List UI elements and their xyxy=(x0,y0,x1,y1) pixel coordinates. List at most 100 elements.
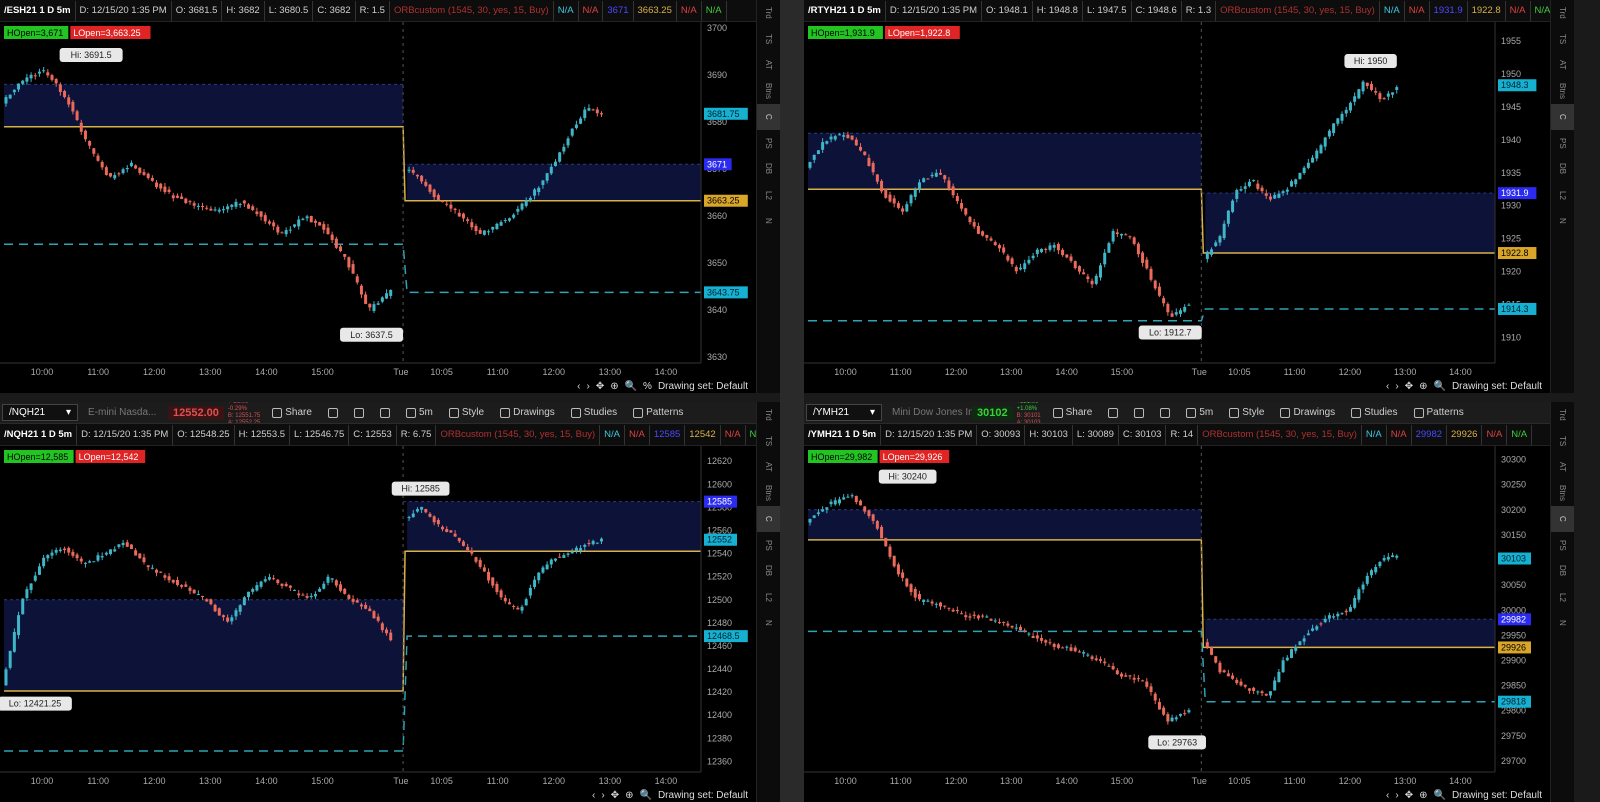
chart-panel-es[interactable]: /ESH21 1 D 5m D: 12/15/20 1:35 PM O: 3681.… xyxy=(0,0,780,393)
side-tab-n[interactable]: N xyxy=(1551,610,1574,636)
drawings-button[interactable]: Drawings xyxy=(492,407,563,418)
scroll-left-icon[interactable]: ‹ xyxy=(592,790,595,801)
side-tab-l2[interactable]: L2 xyxy=(1551,584,1574,610)
time-tick-label: 15:00 xyxy=(311,776,334,786)
side-tab-db[interactable]: DB xyxy=(1551,156,1574,182)
side-tab-ts[interactable]: TS xyxy=(1551,428,1574,454)
side-tab-btns[interactable]: Btns xyxy=(757,78,780,104)
style-button[interactable]: Style xyxy=(1221,407,1272,418)
pan-icon[interactable]: ✥ xyxy=(611,790,619,801)
chart-panel-rty[interactable]: /RTYH21 1 D 5m D: 12/15/20 1:35 PM O: 1948… xyxy=(804,0,1574,393)
time-tick-label: 11:00 xyxy=(87,367,109,377)
side-tab-db[interactable]: DB xyxy=(1551,558,1574,584)
side-tab-n[interactable]: N xyxy=(1551,208,1574,234)
side-tab-ts[interactable]: TS xyxy=(757,26,780,52)
side-tab-ps[interactable]: PS xyxy=(1551,130,1574,156)
side-tab-c[interactable]: C xyxy=(757,506,780,532)
side-tab-c[interactable]: C xyxy=(1551,506,1574,532)
style-button[interactable]: Style xyxy=(441,407,492,418)
symbol-selector[interactable]: /YMH21 ▾ xyxy=(806,404,882,421)
crosshair-icon[interactable]: ⊕ xyxy=(1419,381,1427,392)
side-tab-trd[interactable]: Trd xyxy=(757,0,780,26)
pan-icon[interactable]: ✥ xyxy=(596,381,604,392)
scroll-right-icon[interactable]: › xyxy=(1395,381,1398,392)
patterns-button[interactable]: Patterns xyxy=(1406,407,1472,418)
zoom-icon[interactable]: 🔍 xyxy=(1434,381,1446,392)
crosshair-icon[interactable]: ⊕ xyxy=(1419,790,1427,801)
settings-button[interactable] xyxy=(1152,407,1178,418)
candle xyxy=(461,213,465,219)
interval-button[interactable]: 5m xyxy=(398,407,441,418)
drawing-set-label[interactable]: Drawing set: Default xyxy=(658,381,748,392)
scroll-right-icon[interactable]: › xyxy=(1395,790,1398,801)
time-tick-label: 10:00 xyxy=(834,776,857,786)
zoom-icon[interactable]: 🔍 xyxy=(640,790,652,801)
side-tab-btns[interactable]: Btns xyxy=(757,480,780,506)
crosshair-icon[interactable]: ⊕ xyxy=(625,790,633,801)
patterns-button[interactable]: Patterns xyxy=(625,407,691,418)
crosshair-icon[interactable]: ⊕ xyxy=(610,381,618,392)
candle xyxy=(888,546,892,557)
side-tab-btns[interactable]: Btns xyxy=(1551,78,1574,104)
share-button[interactable]: Share xyxy=(1045,407,1101,418)
side-tab-l2[interactable]: L2 xyxy=(757,182,780,208)
price-chart[interactable]: Hi: 12585 Lo: 12421.25 HOpen=12,585 LOpen=1… xyxy=(0,446,756,788)
chart-settings-button[interactable] xyxy=(320,407,346,418)
studies-quick-button[interactable] xyxy=(1126,407,1152,418)
side-tab-c[interactable]: C xyxy=(1551,104,1574,130)
side-tab-n[interactable]: N xyxy=(757,610,780,636)
side-tab-at[interactable]: AT xyxy=(757,52,780,78)
drawing-set-label[interactable]: Drawing set: Default xyxy=(1452,381,1542,392)
candle xyxy=(1178,714,1182,716)
side-tab-at[interactable]: AT xyxy=(1551,454,1574,480)
side-tab-c[interactable]: C xyxy=(757,104,780,130)
pan-icon[interactable]: ✥ xyxy=(1405,381,1413,392)
interval-button[interactable]: 5m xyxy=(1178,407,1221,418)
style-icon xyxy=(1229,407,1240,418)
side-tab-ts[interactable]: TS xyxy=(1551,26,1574,52)
price-chart[interactable]: Hi: 3691.5 Lo: 3637.5 HOpen=3,671 LOpen=3,6… xyxy=(0,22,756,379)
side-tab-at[interactable]: AT xyxy=(757,454,780,480)
price-chart[interactable]: Hi: 30240 Lo: 29763 HOpen=29,982 LOpen=29,9… xyxy=(804,446,1550,788)
side-tab-ps[interactable]: PS xyxy=(757,130,780,156)
drawings-button[interactable]: Drawings xyxy=(1272,407,1343,418)
side-tab-trd[interactable]: Trd xyxy=(1551,402,1574,428)
scroll-left-icon[interactable]: ‹ xyxy=(1386,790,1389,801)
side-tab-ps[interactable]: PS xyxy=(1551,532,1574,558)
studies-button[interactable]: Studies xyxy=(1343,407,1405,418)
zoom-icon[interactable]: 🔍 xyxy=(1434,790,1446,801)
pan-icon[interactable]: ✥ xyxy=(1405,790,1413,801)
scroll-left-icon[interactable]: ‹ xyxy=(577,381,580,392)
side-tab-db[interactable]: DB xyxy=(757,558,780,584)
side-tab-db[interactable]: DB xyxy=(757,156,780,182)
chart-settings-button[interactable] xyxy=(1100,407,1126,418)
side-tab-n[interactable]: N xyxy=(757,208,780,234)
candle xyxy=(420,175,424,182)
price-flag-text: 1922.8 xyxy=(1501,248,1529,258)
header-high: H: 3682 xyxy=(222,0,265,21)
scroll-right-icon[interactable]: › xyxy=(586,381,589,392)
scroll-right-icon[interactable]: › xyxy=(601,790,604,801)
share-button[interactable]: Share xyxy=(264,407,320,418)
chart-panel-nq[interactable]: /NQH21 ▾ E-mini Nasda... 12552.00+-36.00-0.… xyxy=(0,402,780,802)
studies-quick-button[interactable] xyxy=(346,407,372,418)
price-tick-label: 29750 xyxy=(1501,731,1526,741)
settings-button[interactable] xyxy=(372,407,398,418)
drawing-set-label[interactable]: Drawing set: Default xyxy=(658,790,748,801)
symbol-selector[interactable]: /NQH21 ▾ xyxy=(2,404,78,421)
side-tab-l2[interactable]: L2 xyxy=(1551,182,1574,208)
drawing-set-label[interactable]: Drawing set: Default xyxy=(1452,790,1542,801)
side-tab-ts[interactable]: TS xyxy=(757,428,780,454)
side-tab-ps[interactable]: PS xyxy=(757,532,780,558)
percent-toggle[interactable]: % xyxy=(643,381,652,392)
studies-button[interactable]: Studies xyxy=(563,407,625,418)
zoom-icon[interactable]: 🔍 xyxy=(625,381,637,392)
side-tab-l2[interactable]: L2 xyxy=(757,584,780,610)
price-chart[interactable]: Hi: 1950 Lo: 1912.7 HOpen=1,931.9 LOpen=1,9… xyxy=(804,22,1550,379)
side-tab-trd[interactable]: Trd xyxy=(1551,0,1574,26)
side-tab-btns[interactable]: Btns xyxy=(1551,480,1574,506)
chart-panel-ym[interactable]: /YMH21 ▾ Mini Dow Jones In...30102+321.00+… xyxy=(804,402,1574,802)
side-tab-at[interactable]: AT xyxy=(1551,52,1574,78)
side-tab-trd[interactable]: Trd xyxy=(757,402,780,428)
scroll-left-icon[interactable]: ‹ xyxy=(1386,381,1389,392)
